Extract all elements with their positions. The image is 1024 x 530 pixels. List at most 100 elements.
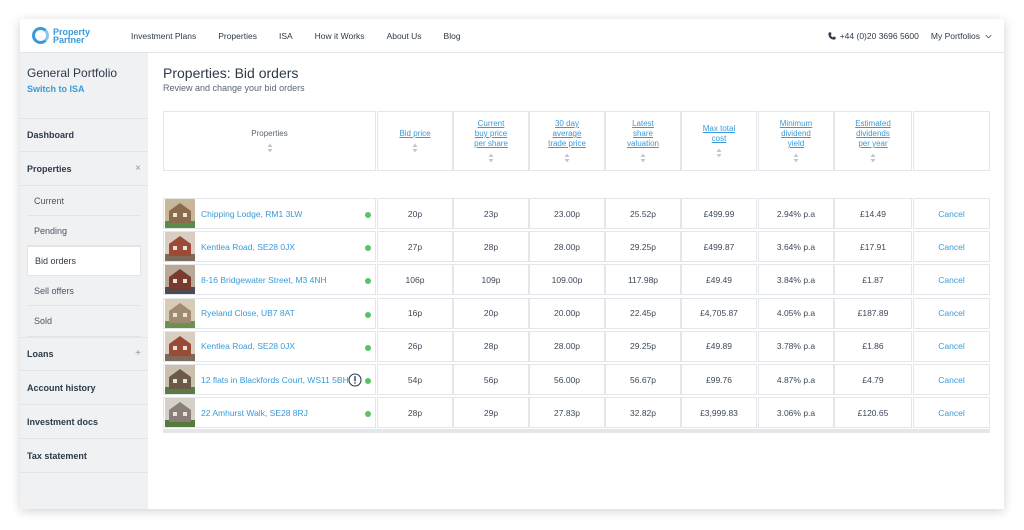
action-cell: Cancel [913,264,990,296]
sidebar-item-properties[interactable]: Properties × [20,152,148,186]
sort-arrows-icon[interactable] [640,153,646,163]
column-header-est-dividends[interactable]: Estimated dividends per year [834,111,912,171]
sidebar-item-loans[interactable]: Loans + [20,337,148,371]
status-dot-icon [365,411,371,418]
sidebar-item-sold[interactable]: Sold [27,306,141,337]
warning-icon[interactable] [348,373,362,387]
sidebar-item-bid-orders[interactable]: Bid orders [27,246,141,276]
property-thumbnail[interactable] [165,232,195,262]
column-header-max-total-cost[interactable]: Max total cost [681,111,757,171]
avg-trade-price-cell: 109.00p [529,264,605,296]
nav-how-it-works[interactable]: How it Works [315,31,365,41]
sidebar-item-current[interactable]: Current [27,186,141,216]
logo-line-2: Partner [53,34,85,45]
logo-icon [32,27,49,44]
bid-price-cell: 28p [377,397,453,429]
sidebar-item-label: Bid orders [35,256,77,266]
nav-blog[interactable]: Blog [444,31,461,41]
collapse-icon[interactable]: × [135,163,141,174]
bid-price-cell: 54p [377,364,453,395]
min-dividend-yield-cell: 3.84% p.a [758,264,834,296]
property-thumbnail[interactable] [165,398,195,428]
expand-icon[interactable]: + [135,348,141,359]
action-cell: Cancel [913,297,990,329]
nav-isa[interactable]: ISA [279,31,293,41]
latest-valuation-cell: 29.25p [605,330,681,362]
property-thumbnail[interactable] [165,199,195,228]
sidebar-item-sell-offers[interactable]: Sell offers [27,276,141,306]
max-total-cost-cell: £49.49 [681,264,757,296]
cancel-bid-button[interactable]: Cancel [938,308,964,318]
property-thumbnail[interactable] [165,298,195,328]
max-total-cost-cell: £3,999.83 [681,397,757,429]
property-link[interactable]: 8-16 Bridgewater Street, M3 4NH [201,275,327,285]
property-link[interactable]: Kentlea Road, SE28 0JX [201,242,295,252]
action-cell: Cancel [913,198,990,229]
table-scrollbar[interactable] [163,429,990,433]
nav-investment-plans[interactable]: Investment Plans [131,31,196,41]
property-thumbnail[interactable] [165,331,195,361]
property-link[interactable]: Kentlea Road, SE28 0JX [201,341,295,351]
action-cell: Cancel [913,231,990,263]
avg-trade-price-cell: 27.83p [529,397,605,429]
property-thumbnail[interactable] [165,365,195,394]
phone-number[interactable]: +44 (0)20 3696 5600 [840,31,919,41]
table-row: 12 flats in Blackfords Court, WS11 5BH 54… [163,364,990,395]
max-total-cost-cell: £4,705.87 [681,297,757,329]
cancel-bid-button[interactable]: Cancel [938,341,964,351]
sort-arrows-icon[interactable] [488,153,494,163]
main-content: Properties: Bid orders Review and change… [148,53,1004,509]
sort-arrows-icon[interactable] [716,148,722,158]
est-dividends-cell: £17.91 [834,231,912,263]
column-header-label: Properties [251,129,288,138]
sort-arrows-icon[interactable] [267,143,273,153]
sort-arrows-icon[interactable] [793,153,799,163]
column-header-actions [913,111,990,171]
sidebar-item-label: Account history [27,382,96,393]
chevron-down-icon [985,34,992,39]
nav-about-us[interactable]: About Us [387,31,422,41]
sidebar-item-pending[interactable]: Pending [27,216,141,246]
cancel-bid-button[interactable]: Cancel [938,408,964,418]
property-link[interactable]: Chipping Lodge, RM1 3LW [201,209,302,219]
table-row: 22 Amhurst Walk, SE28 8RJ 28p 29p 27.83p 32.… [163,397,990,429]
property-link[interactable]: 12 flats in Blackfords Court, WS11 5BH [201,375,349,385]
column-header-min-dividend-yield[interactable]: Minimum dividend yield [758,111,834,171]
table-row: Chipping Lodge, RM1 3LW 20p 23p 23.00p 25.52… [163,198,990,229]
property-thumbnail[interactable] [165,265,195,295]
cancel-bid-button[interactable]: Cancel [938,275,964,285]
latest-valuation-cell: 56.67p [605,364,681,395]
bid-price-cell: 27p [377,231,453,263]
column-header-avg-trade-price[interactable]: 30 day average trade price [529,111,605,171]
sidebar-item-tax-statement[interactable]: Tax statement [20,439,148,473]
cancel-bid-button[interactable]: Cancel [938,242,964,252]
est-dividends-cell: £1.86 [834,330,912,362]
column-header-bid-price[interactable]: Bid price [377,111,453,171]
property-partner-logo[interactable]: Property Partner [32,27,120,44]
table-row: Ryeland Close, UB7 8AT 16p 20p 20.00p 22.45p… [163,297,990,329]
bid-price-cell: 16p [377,297,453,329]
column-header-properties[interactable]: Properties [163,111,376,171]
cancel-bid-button[interactable]: Cancel [938,375,964,385]
switch-to-isa-link[interactable]: Switch to ISA [27,84,85,94]
column-header-current-buy-price[interactable]: Current buy price per share [453,111,529,171]
nav-properties[interactable]: Properties [218,31,257,41]
cancel-bid-button[interactable]: Cancel [938,209,964,219]
sidebar-item-label: Loans [27,349,54,359]
sidebar-item-account-history[interactable]: Account history [20,371,148,405]
column-header-label: Max total cost [702,124,736,143]
sidebar-item-label: Investment docs [27,416,99,427]
sidebar-item-dashboard[interactable]: Dashboard [20,118,148,152]
my-portfolios-dropdown[interactable]: My Portfolios [931,31,992,41]
bid-price-cell: 26p [377,330,453,362]
avg-trade-price-cell: 28.00p [529,231,605,263]
current-buy-price-cell: 28p [453,231,529,263]
avg-trade-price-cell: 23.00p [529,198,605,229]
column-header-latest-valuation[interactable]: Latest share valuation [605,111,681,171]
sidebar-item-investment-docs[interactable]: Investment docs [20,405,148,439]
sort-arrows-icon[interactable] [870,153,876,163]
sort-arrows-icon[interactable] [412,143,418,153]
property-link[interactable]: Ryeland Close, UB7 8AT [201,308,295,318]
sort-arrows-icon[interactable] [564,153,570,163]
property-link[interactable]: 22 Amhurst Walk, SE28 8RJ [201,408,308,418]
